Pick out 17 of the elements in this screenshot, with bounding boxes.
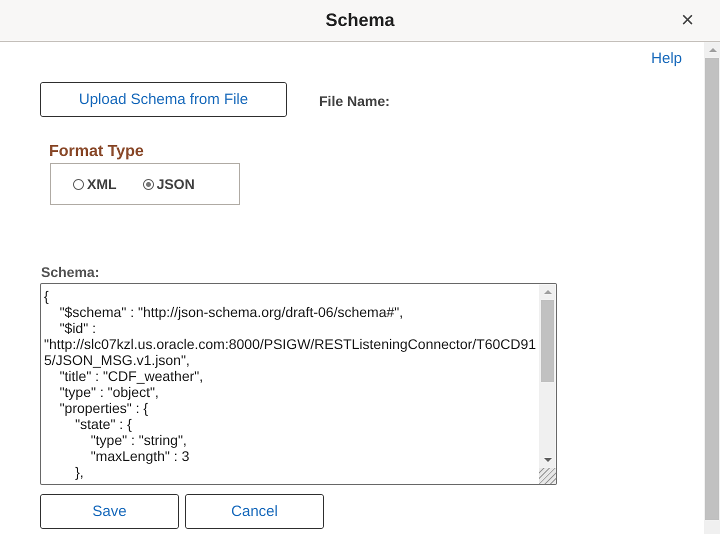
schema-label: Schema: (41, 264, 100, 280)
radio-option[interactable]: JSON (142, 176, 195, 192)
dialog-button[interactable]: Cancel (185, 494, 324, 529)
dialog-button[interactable]: Save (40, 494, 179, 529)
close-button[interactable]: × (677, 8, 698, 32)
upload-button[interactable]: Upload Schema from File (40, 82, 287, 117)
resize-grip-icon[interactable] (539, 468, 556, 484)
help-link[interactable]: Help (651, 50, 682, 68)
page-scrollbar[interactable] (704, 42, 720, 534)
radio-button[interactable] (73, 178, 84, 190)
radio-button[interactable] (142, 178, 154, 190)
format-type-label: Format Type (49, 143, 145, 161)
radio-option[interactable]: XML (73, 176, 117, 192)
schema-text-area[interactable]: { "$schema" : "http://json-schema.org/draft-06/schema#", "$id" : "http://slc07kzl.us.oracle.com:8000/PSIGW/RESTListeningConnector/T60CD915/JSON_MSG.v1.json", "title" : "CDF_weather", "type" : "object", "properties" : { "state" : { "type" : "string", "maxLength" : 3 }, (40, 283, 557, 485)
dialog-title: Schema (325, 10, 395, 31)
scrollbar[interactable] (539, 284, 556, 468)
file-name-label: File Name: (319, 92, 390, 108)
